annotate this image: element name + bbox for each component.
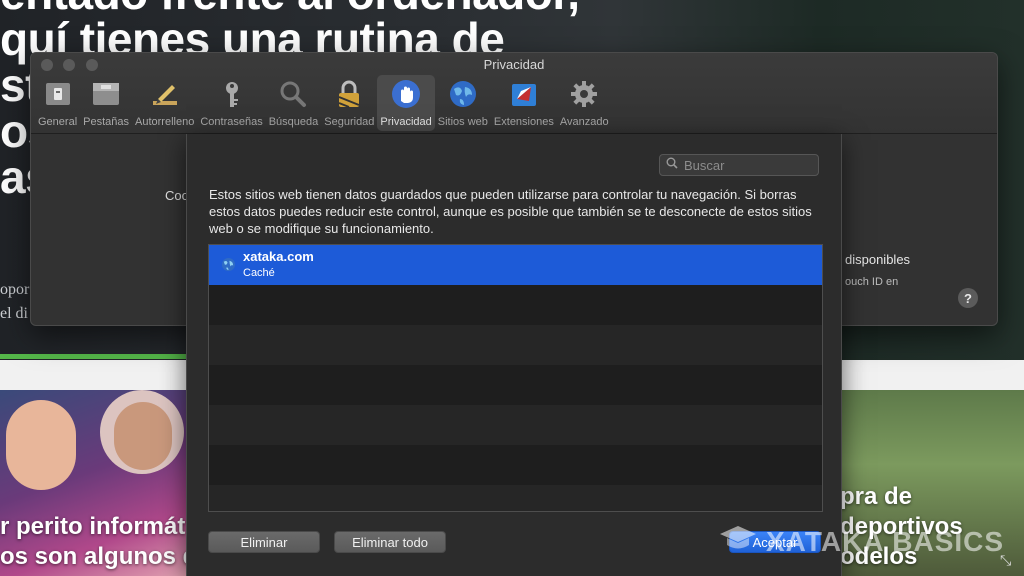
caption-line: os son algunos d <box>0 543 198 570</box>
remove-all-button[interactable]: Eliminar todo <box>334 531 446 553</box>
empty-row <box>209 445 822 485</box>
body-line: opor <box>0 281 30 298</box>
remove-button[interactable]: Eliminar <box>208 531 320 553</box>
preferences-toolbar: General Pestañas Autorrelleno Contraseña… <box>35 75 612 131</box>
search-icon <box>666 156 678 174</box>
tab-label: General <box>38 116 78 128</box>
tab-label: Sitios web <box>437 116 488 128</box>
tab-label: Extensiones <box>493 116 554 128</box>
globe-icon <box>221 257 236 277</box>
tab-label: Pestañas <box>83 116 130 128</box>
caption-line: r perito informát <box>0 513 186 540</box>
tab-avanzado[interactable]: Avanzado <box>557 75 612 131</box>
article-caption-left[interactable]: r perito informát os son algunos d <box>0 512 197 572</box>
empty-row <box>209 485 822 511</box>
empty-row <box>209 285 822 325</box>
puzzle-icon <box>507 77 541 111</box>
tab-general[interactable]: General <box>35 75 80 131</box>
caption-line: pra de <box>840 483 913 510</box>
tab-pestanas[interactable]: Pestañas <box>80 75 132 131</box>
tab-label: Búsqueda <box>268 116 319 128</box>
graduation-cap-icon <box>718 524 758 559</box>
tab-busqueda[interactable]: Búsqueda <box>266 75 322 131</box>
green-progress-bar <box>0 354 190 359</box>
tabs-icon <box>89 77 123 111</box>
window-title: Privacidad <box>483 57 545 72</box>
search-field[interactable] <box>659 154 819 176</box>
window-titlebar: Privacidad General Pestañas Autorrelleno <box>31 53 997 134</box>
tab-contrasenas[interactable]: Contraseñas <box>197 75 265 131</box>
sheet-description: Estos sitios web tienen datos guardados … <box>209 187 812 236</box>
background-body-text: opor el di <box>0 278 29 326</box>
empty-row <box>209 325 822 365</box>
key-icon <box>215 77 249 111</box>
tab-sitios-web[interactable]: Sitios web <box>435 75 491 131</box>
gear-icon <box>567 77 601 111</box>
hand-icon <box>389 77 423 111</box>
photo-face <box>100 390 184 474</box>
apple-pay-label-partial: disponibles <box>845 252 911 267</box>
body-line: el di <box>0 305 28 322</box>
tab-label: Autorrelleno <box>135 116 195 128</box>
tab-autorrelleno[interactable]: Autorrelleno <box>132 75 197 131</box>
search-input[interactable] <box>682 156 816 174</box>
help-button[interactable]: ? <box>958 288 978 308</box>
tab-label: Privacidad <box>380 116 432 128</box>
lock-icon <box>332 77 366 111</box>
touch-id-label-partial: ouch ID en <box>845 276 899 288</box>
xataka-watermark: XATAKA BASICS <box>718 524 1004 559</box>
website-data-sheet: Estos sitios web tienen datos guardados … <box>186 134 842 576</box>
website-data-list[interactable]: xataka.com Caché <box>208 244 823 512</box>
magnifier-icon <box>276 77 310 111</box>
site-data-type: Caché <box>243 267 275 279</box>
tab-label: Avanzado <box>559 116 609 128</box>
watermark-text: XATAKA BASICS <box>766 525 1005 557</box>
pencil-icon <box>148 77 182 111</box>
list-item[interactable]: xataka.com Caché <box>209 245 822 285</box>
tab-label: Seguridad <box>324 116 375 128</box>
empty-row <box>209 405 822 445</box>
illustration-face <box>6 400 76 490</box>
site-name: xataka.com <box>243 249 314 264</box>
tab-extensiones[interactable]: Extensiones <box>491 75 557 131</box>
tab-seguridad[interactable]: Seguridad <box>321 75 377 131</box>
general-icon <box>41 77 75 111</box>
tab-privacidad[interactable]: Privacidad <box>377 75 435 131</box>
expand-icon[interactable]: ⤡ <box>1000 552 1011 569</box>
tab-label: Contraseñas <box>200 116 263 128</box>
empty-row <box>209 365 822 405</box>
globe-icon <box>446 77 480 111</box>
